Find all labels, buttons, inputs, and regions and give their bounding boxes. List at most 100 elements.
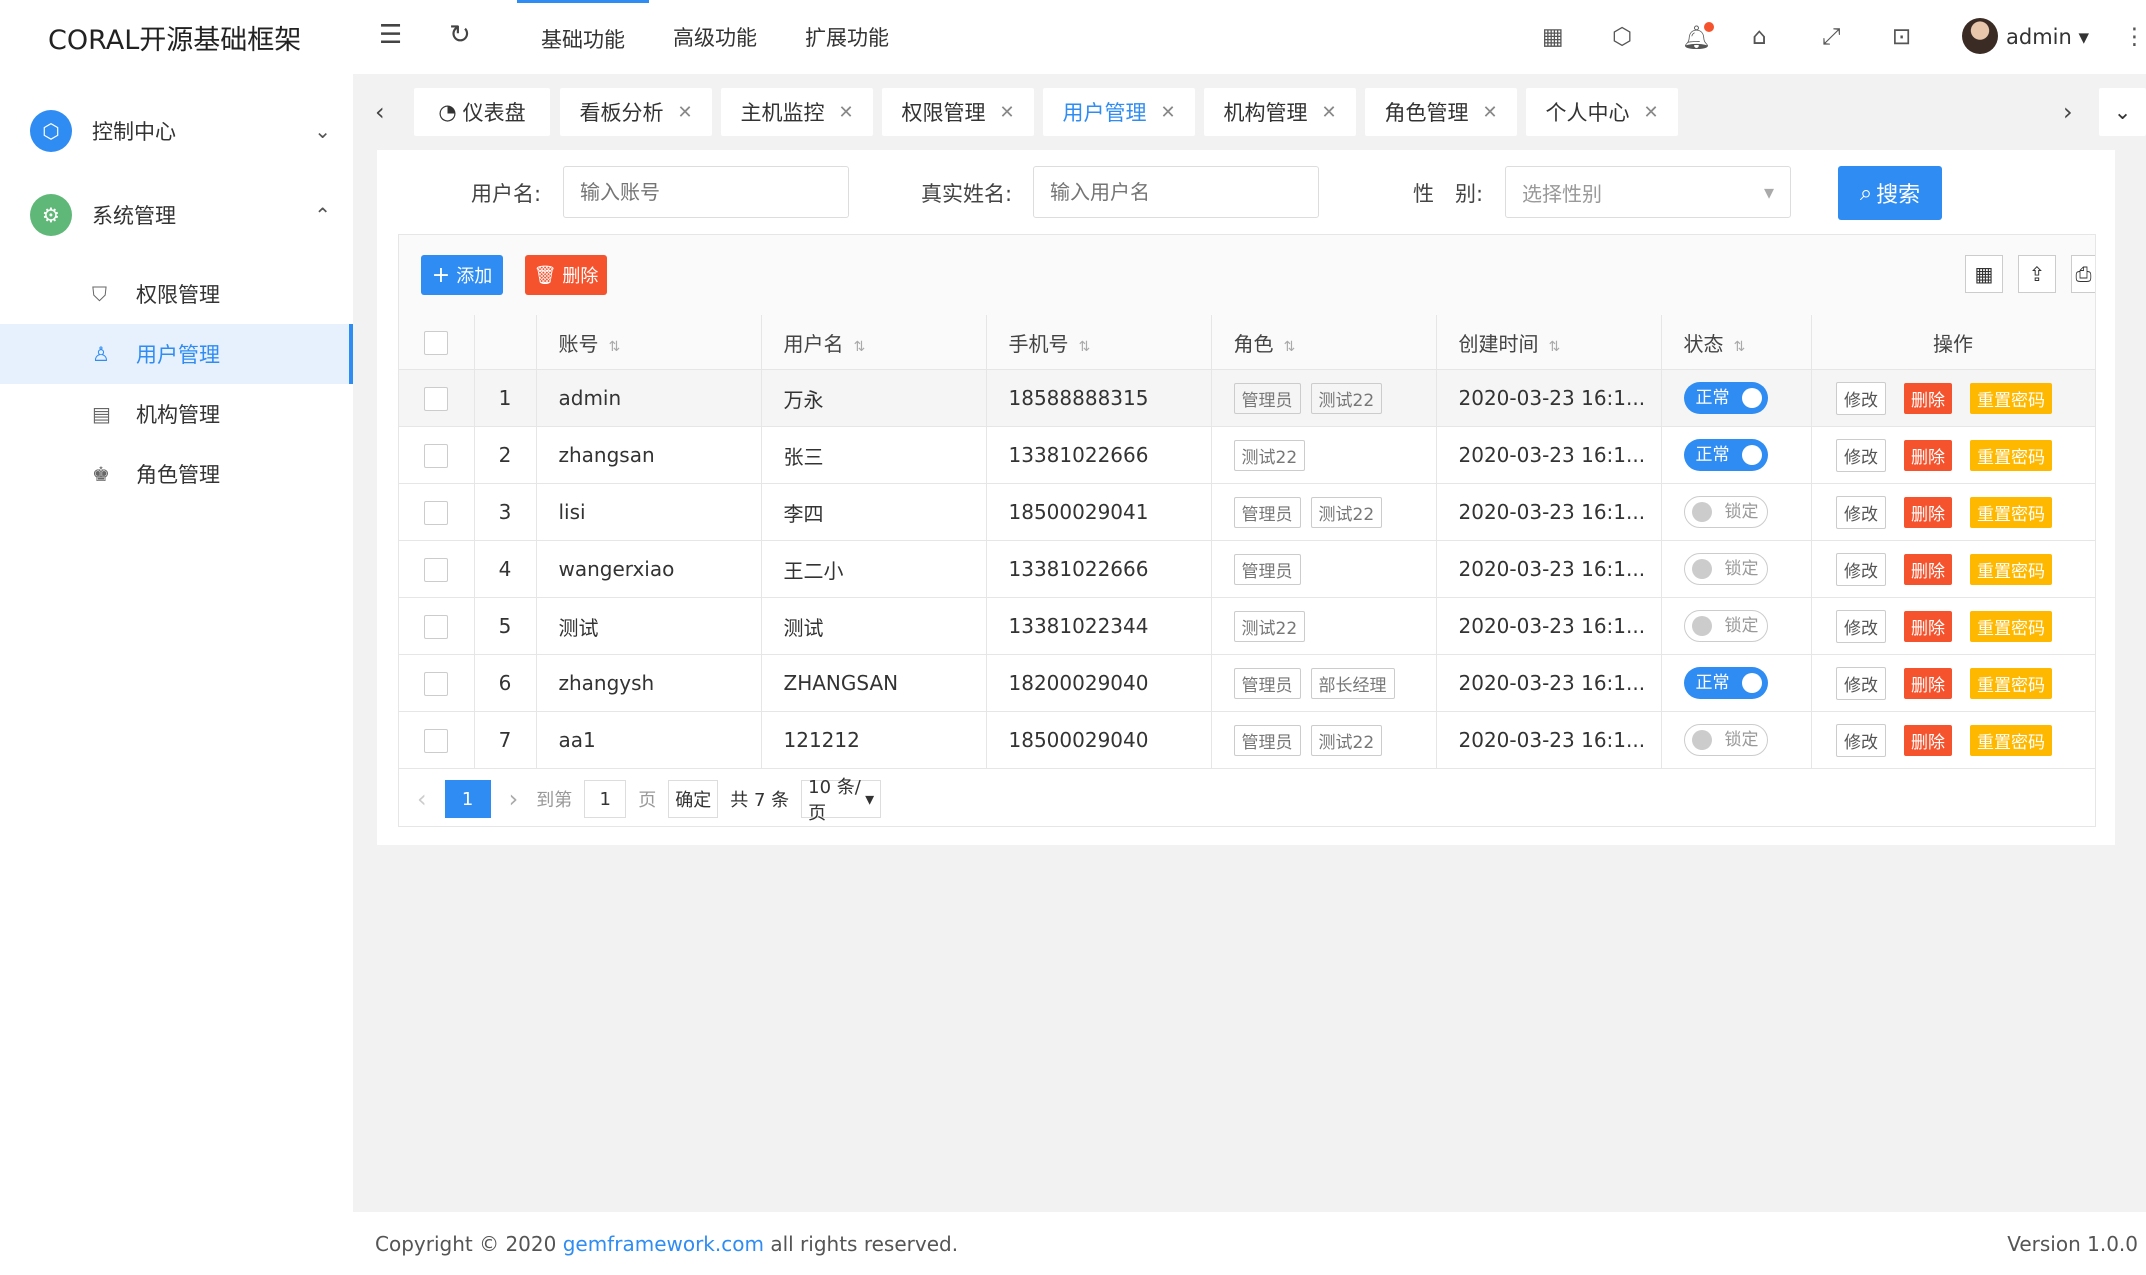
reset-password-button[interactable]: 重置密码 <box>1970 553 2052 585</box>
tab-users[interactable]: 用户管理 ✕ <box>1043 88 1195 136</box>
row-delete-button[interactable]: 删除 <box>1904 439 1952 471</box>
prev-page-icon[interactable]: ‹ <box>417 785 427 813</box>
column-header[interactable]: 账号 ⇅ <box>536 315 762 370</box>
reset-password-button[interactable]: 重置密码 <box>1970 496 2052 528</box>
row-delete-button[interactable]: 删除 <box>1904 667 1952 699</box>
tabs-menu-dropdown[interactable]: ⌄ <box>2099 88 2146 136</box>
nav-extensions[interactable]: 扩展功能 <box>781 0 913 74</box>
tabs-scroll-right-icon[interactable]: › <box>2063 88 2073 136</box>
sort-icon[interactable]: ⇅ <box>1284 339 1296 355</box>
table-row[interactable]: 6 zhangysh ZHANGSAN 18200029040 管理员 部长经理 2020-… <box>399 654 2096 712</box>
sidebar-item-permissions[interactable]: ⛉ 权限管理 <box>0 264 353 324</box>
table-row[interactable]: 1 admin 万永 18588888315 管理员 测试22 2020-03-23 16:… <box>399 369 2096 427</box>
row-checkbox-cell[interactable] <box>399 711 475 769</box>
close-icon[interactable]: ✕ <box>1643 102 1658 123</box>
reset-password-button[interactable]: 重置密码 <box>1970 667 2052 699</box>
tab-roles[interactable]: 角色管理 ✕ <box>1365 88 1517 136</box>
page-current[interactable]: 1 <box>444 780 491 818</box>
print-icon[interactable]: ⎙ <box>2071 255 2095 293</box>
row-delete-button[interactable]: 删除 <box>1904 553 1952 585</box>
row-checkbox[interactable] <box>424 443 449 468</box>
tab-host-monitor[interactable]: 主机监控 ✕ <box>721 88 873 136</box>
fullscreen-icon[interactable]: ⤢ <box>1822 24 1840 50</box>
sidebar-item-organizations[interactable]: ▤ 机构管理 <box>0 384 353 444</box>
close-icon[interactable]: ✕ <box>1321 102 1336 123</box>
select-all-checkbox[interactable] <box>399 315 475 370</box>
close-icon[interactable]: ✕ <box>1160 102 1175 123</box>
cube-icon[interactable]: ⬡ <box>1612 24 1632 50</box>
nav-basic[interactable]: 基础功能 <box>517 0 649 74</box>
avatar[interactable] <box>1962 18 1998 54</box>
row-checkbox-cell[interactable] <box>399 426 475 484</box>
row-checkbox-cell[interactable] <box>399 369 475 427</box>
row-checkbox[interactable] <box>424 500 449 525</box>
status-toggle[interactable]: 正常 <box>1683 667 1768 699</box>
row-checkbox[interactable] <box>424 671 449 696</box>
tab-organizations[interactable]: 机构管理 ✕ <box>1204 88 1356 136</box>
close-icon[interactable]: ✕ <box>1482 102 1497 123</box>
column-header[interactable]: 状态 ⇅ <box>1661 315 1812 370</box>
sort-icon[interactable]: ⇅ <box>854 339 866 355</box>
close-icon[interactable]: ✕ <box>677 102 692 123</box>
table-row[interactable]: 4 wangerxiao 王二小 13381022666 管理员 2020-03-23 1… <box>399 540 2096 598</box>
status-toggle[interactable]: 锁定 <box>1683 724 1768 756</box>
status-toggle[interactable]: 正常 <box>1683 439 1768 471</box>
add-button[interactable]: + 添加 <box>421 255 503 295</box>
goto-page-input[interactable]: 1 <box>584 780 627 818</box>
sort-icon[interactable]: ⇅ <box>1734 339 1746 355</box>
close-icon[interactable]: ✕ <box>999 102 1014 123</box>
menu-group-system[interactable]: ⚙ 系统管理 ⌃ <box>0 180 353 250</box>
status-toggle[interactable]: 正常 <box>1683 382 1768 414</box>
reset-password-button[interactable]: 重置密码 <box>1970 439 2052 471</box>
tag-icon[interactable]: ⌂ <box>1752 24 1767 50</box>
reset-password-button[interactable]: 重置密码 <box>1970 724 2052 756</box>
delete-button[interactable]: 🗑︎ 删除 <box>525 255 607 295</box>
row-delete-button[interactable]: 删除 <box>1904 610 1952 642</box>
realname-input[interactable] <box>1033 166 1319 218</box>
more-vertical-icon[interactable]: ⋮ <box>2123 24 2146 50</box>
sort-icon[interactable]: ⇅ <box>1079 339 1091 355</box>
edit-button[interactable]: 修改 <box>1836 552 1886 586</box>
row-delete-button[interactable]: 删除 <box>1904 382 1952 414</box>
column-header[interactable]: 创建时间 ⇅ <box>1436 315 1662 370</box>
tab-dashboard[interactable]: ◔ 仪表盘 <box>414 88 550 136</box>
edit-button[interactable]: 修改 <box>1836 666 1886 700</box>
row-checkbox-cell[interactable] <box>399 597 475 655</box>
reset-password-button[interactable]: 重置密码 <box>1970 610 2052 642</box>
row-checkbox[interactable] <box>424 557 449 582</box>
row-checkbox-cell[interactable] <box>399 483 475 541</box>
search-button[interactable]: ⌕ 搜索 <box>1838 166 1942 220</box>
table-row[interactable]: 5 测试 测试 13381022344 测试22 2020-03-23 16:1... 锁定… <box>399 597 2096 655</box>
status-toggle[interactable]: 锁定 <box>1683 496 1768 528</box>
edit-button[interactable]: 修改 <box>1836 438 1886 472</box>
table-row[interactable]: 2 zhangsan 张三 13381022666 测试22 2020-03-23 16:… <box>399 426 2096 484</box>
page-size-select[interactable]: 10 条/页 ▾ <box>801 777 882 824</box>
sort-icon[interactable]: ⇅ <box>609 339 621 355</box>
reset-password-button[interactable]: 重置密码 <box>1970 382 2052 414</box>
row-checkbox-cell[interactable] <box>399 540 475 598</box>
lock-icon[interactable]: ⊡ <box>1892 24 1911 50</box>
sort-icon[interactable]: ⇅ <box>1549 339 1561 355</box>
status-toggle[interactable]: 锁定 <box>1683 553 1768 585</box>
edit-button[interactable]: 修改 <box>1836 723 1886 757</box>
edit-button[interactable]: 修改 <box>1836 495 1886 529</box>
row-checkbox-cell[interactable] <box>399 654 475 712</box>
user-menu[interactable]: admin ▾ <box>2006 25 2089 49</box>
edit-button[interactable]: 修改 <box>1836 381 1886 415</box>
export-icon[interactable]: ⇪ <box>2018 255 2056 293</box>
close-icon[interactable]: ✕ <box>838 102 853 123</box>
tabs-scroll-left-icon[interactable]: ‹ <box>375 88 385 136</box>
table-row[interactable]: 7 aa1 121212 18500029040 管理员 测试22 2020-03-23 1… <box>399 711 2096 769</box>
table-row[interactable]: 3 lisi 李四 18500029041 管理员 测试22 2020-03-23 16:1… <box>399 483 2096 541</box>
tab-profile[interactable]: 个人中心 ✕ <box>1526 88 1678 136</box>
edit-button[interactable]: 修改 <box>1836 609 1886 643</box>
footer-link[interactable]: gemframework.com <box>563 1232 764 1256</box>
menu-toggle-icon[interactable]: ☰ <box>379 20 402 50</box>
row-delete-button[interactable]: 删除 <box>1904 724 1952 756</box>
nav-advanced[interactable]: 高级功能 <box>649 0 781 74</box>
menu-group-control-center[interactable]: ⬡ 控制中心 ⌄ <box>0 96 353 166</box>
column-header[interactable]: 角色 ⇅ <box>1211 315 1437 370</box>
columns-filter-icon[interactable]: ▦ <box>1965 255 2003 293</box>
row-delete-button[interactable]: 删除 <box>1904 496 1952 528</box>
apps-icon[interactable]: ▦ <box>1542 24 1564 50</box>
